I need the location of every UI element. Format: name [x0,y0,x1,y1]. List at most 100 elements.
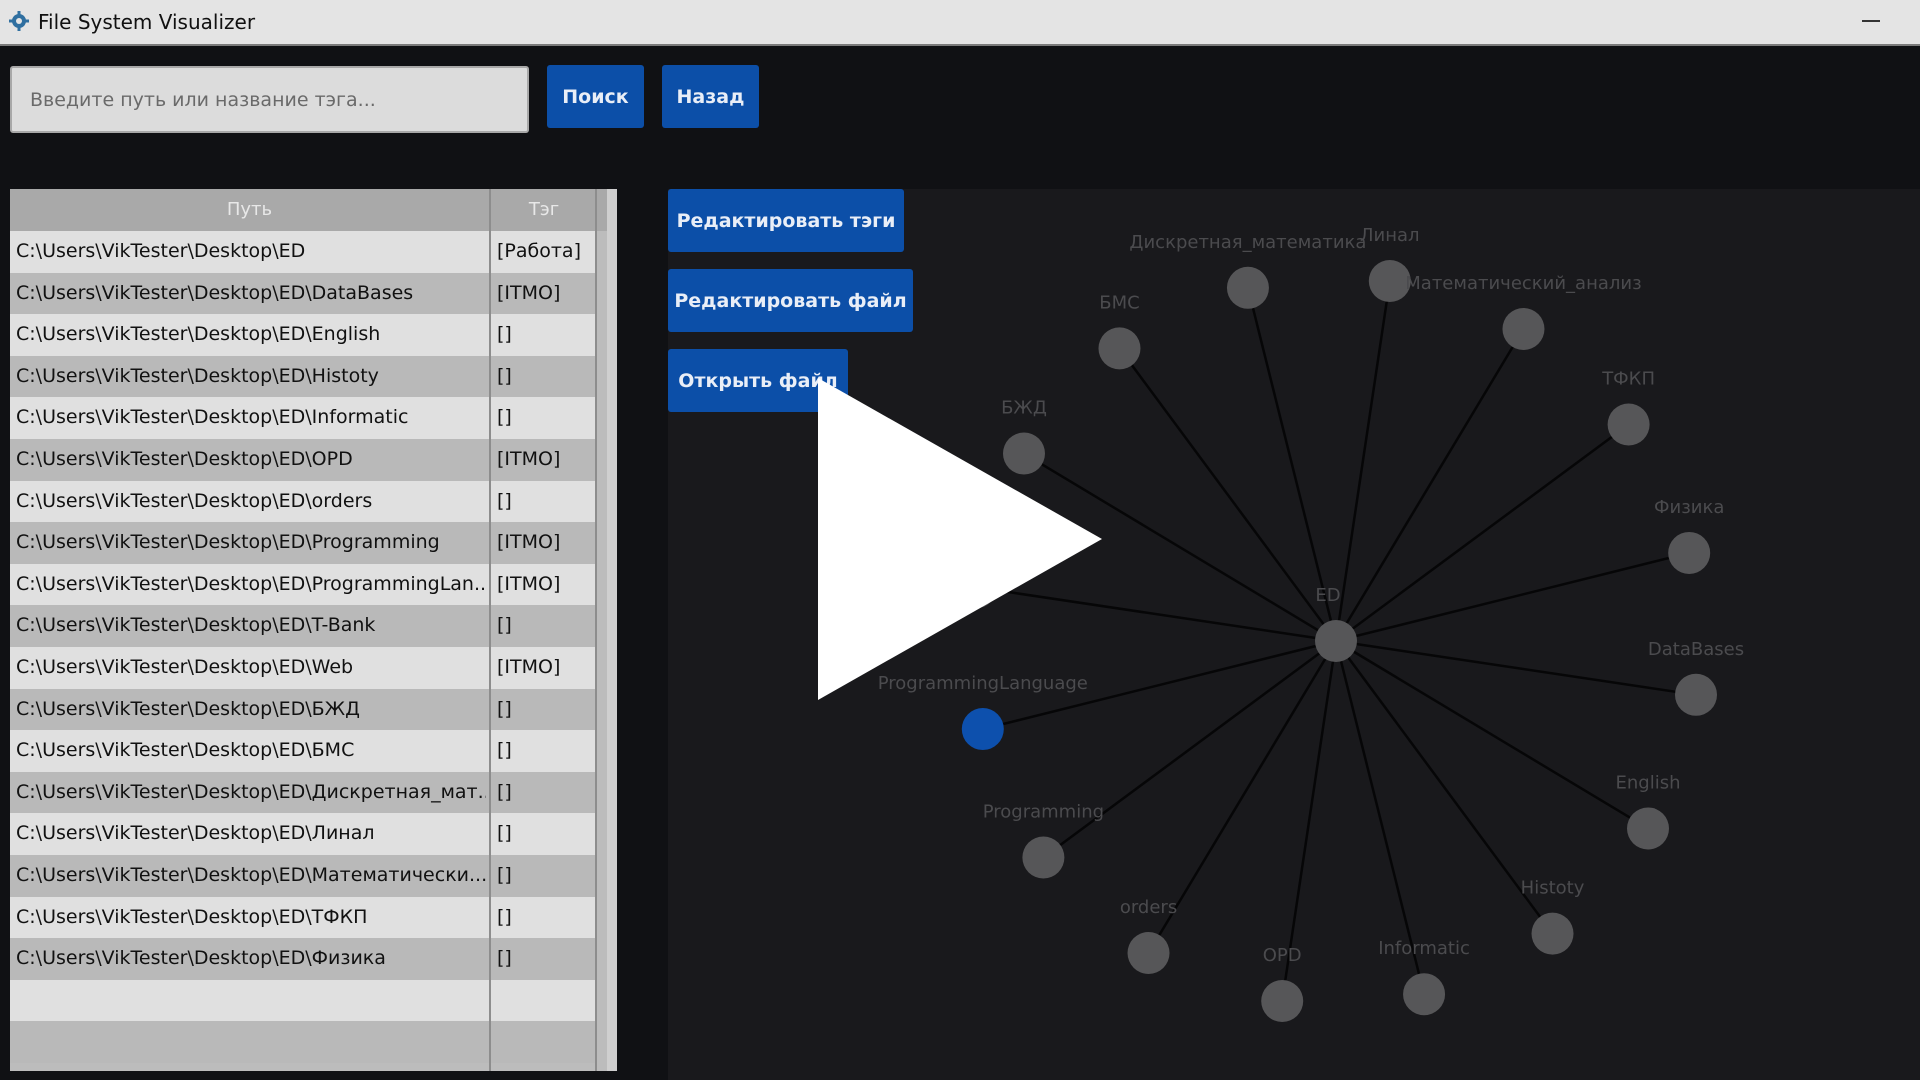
cell-tag: [ITMO] [497,656,561,678]
graph-edge [1335,639,1697,697]
cell-path: C:\Users\VikTester\Desktop\ED\Линал [16,822,375,845]
column-divider [489,189,491,1071]
cell-path [16,1021,486,1063]
table-row[interactable]: C:\Users\VikTester\Desktop\ED\БМС [] [10,730,597,772]
graph-node-label: DataBases [1648,639,1744,660]
table-row[interactable]: C:\Users\VikTester\Desktop\ED\orders [] [10,480,597,523]
table-row[interactable] [10,1021,597,1063]
table-row[interactable]: C:\Users\VikTester\Desktop\ED\Programmin… [10,522,597,564]
table-row[interactable]: C:\Users\VikTester\Desktop\ED\Histoty [] [10,355,597,398]
cell-path: C:\Users\VikTester\Desktop\ED\Физика [16,947,386,970]
graph-node[interactable] [1403,973,1446,1016]
cell-path: C:\Users\VikTester\Desktop\ED\БМС [16,739,355,762]
cell-tag: [] [497,489,512,512]
cell-path: C:\Users\VikTester\Desktop\ED\Histoty [16,364,379,387]
table-row[interactable] [10,979,597,1022]
graph-node[interactable] [1502,307,1545,350]
graph-node[interactable] [1607,403,1650,446]
graph-node[interactable] [1022,836,1065,879]
cell-path: C:\Users\VikTester\Desktop\ED\Web [16,656,354,678]
cell-tag: [] [497,739,512,762]
cell-tag [497,1021,595,1063]
graph-node[interactable] [1531,912,1574,955]
table-row[interactable]: C:\Users\VikTester\Desktop\ED\ТФКП [] [10,896,597,939]
graph-node-label: ТФКП [1601,368,1655,389]
table-row[interactable]: C:\Users\VikTester\Desktop\ED\Web [ITMO] [10,647,597,689]
minimize-button[interactable] [1852,4,1888,36]
table-row[interactable]: C:\Users\VikTester\Desktop\ED\T-Bank [] [10,605,597,647]
graph-node[interactable] [961,708,1004,751]
cell-tag: [ITMO] [497,572,561,595]
table-row[interactable]: C:\Users\VikTester\Desktop\ED\Programmin… [10,563,597,606]
minimize-icon [1862,20,1880,22]
cell-path: C:\Users\VikTester\Desktop\ED\БЖД [16,697,360,720]
table-row[interactable]: C:\Users\VikTester\Desktop\ED [Работа] [10,231,597,273]
cell-tag: [] [497,406,512,429]
cell-path: C:\Users\VikTester\Desktop\ED\T-Bank [16,614,376,637]
graph-node-label: Histoty [1521,878,1585,899]
title-bar: File System Visualizer [0,0,1920,46]
graph-node[interactable] [1127,932,1170,975]
cell-path: C:\Users\VikTester\Desktop\ED\Informatic [16,406,409,429]
edit-file-button[interactable]: Редактировать файл [668,269,913,332]
graph-node-label: Физика [1654,497,1724,518]
graph-node[interactable] [1675,673,1718,716]
graph-node-label: Линал [1360,225,1420,246]
cell-tag: [] [497,905,512,928]
table-row[interactable]: C:\Users\VikTester\Desktop\ED\Informatic… [10,397,597,439]
file-table: Путь Тэг C:\Users\VikTester\Desktop\ED [Р… [10,189,617,1071]
back-button[interactable]: Назад [662,65,759,128]
window-title: File System Visualizer [38,10,256,34]
graph-node[interactable] [1668,531,1711,574]
cell-path: C:\Users\VikTester\Desktop\ED\English [16,323,381,346]
cell-tag [497,980,595,1022]
graph-edge [1335,639,1649,830]
table-scrollbar[interactable] [607,189,617,1071]
search-button[interactable]: Поиск [547,65,644,128]
cell-tag: [] [497,697,512,720]
graph-edge [1334,280,1392,642]
cell-path [16,980,486,1022]
cell-path: C:\Users\VikTester\Desktop\ED\orders [16,489,373,512]
cell-path: C:\Users\VikTester\Desktop\ED\ТФКП [16,905,368,928]
cell-path: C:\Users\VikTester\Desktop\ED\Programmin… [16,572,486,595]
table-row[interactable]: C:\Users\VikTester\Desktop\ED\БЖД [] [10,688,597,731]
column-divider [595,189,597,1071]
search-input[interactable] [10,66,529,133]
table-row[interactable]: C:\Users\VikTester\Desktop\ED\English [] [10,314,597,356]
play-icon[interactable] [818,378,1102,700]
cell-path: C:\Users\VikTester\Desktop\ED\Programmin… [16,531,440,554]
cell-path: C:\Users\VikTester\Desktop\ED\Математиче… [16,864,486,886]
graph-node-label: OPD [1263,945,1302,966]
table-header: Путь Тэг [10,189,617,231]
graph-edge [1335,423,1630,643]
table-row[interactable]: C:\Users\VikTester\Desktop\ED\Дискретная… [10,771,597,814]
table-row[interactable]: C:\Users\VikTester\Desktop\ED\Физика [] [10,938,597,980]
graph-node-label: English [1616,772,1681,793]
table-row[interactable]: C:\Users\VikTester\Desktop\ED\Математиче… [10,855,597,897]
cell-path: C:\Users\VikTester\Desktop\ED\Дискретная… [16,780,486,803]
cell-tag: [ITMO] [497,448,561,470]
graph-node-label: Математический_анализ [1405,273,1641,294]
cell-tag: [] [497,822,512,845]
cell-tag: [ITMO] [497,531,561,554]
graph-center-node[interactable] [1315,620,1357,662]
column-header-path[interactable]: Путь [10,189,489,231]
table-row[interactable]: C:\Users\VikTester\Desktop\ED\OPD [ITMO] [10,439,597,481]
cell-tag: [Работа] [497,240,581,262]
cell-tag: [] [497,780,512,803]
table-row[interactable]: C:\Users\VikTester\Desktop\ED\Линал [] [10,813,597,855]
cell-tag: [] [497,614,512,637]
graph-node[interactable] [1226,266,1269,309]
graph-node[interactable] [1098,327,1141,370]
graph-node[interactable] [1261,980,1304,1023]
graph-node-label: Дискретная_математика [1129,232,1366,253]
graph-center-label: ED [1315,585,1340,606]
table-row[interactable]: C:\Users\VikTester\Desktop\ED\DataBases [… [10,272,597,315]
graph-node[interactable] [1627,807,1670,850]
edit-tags-button[interactable]: Редактировать тэги [668,189,904,252]
cell-tag: [] [497,947,512,970]
graph-edge [1335,551,1690,643]
cell-path: C:\Users\VikTester\Desktop\ED\OPD [16,448,353,470]
column-header-tag[interactable]: Тэг [491,189,597,231]
